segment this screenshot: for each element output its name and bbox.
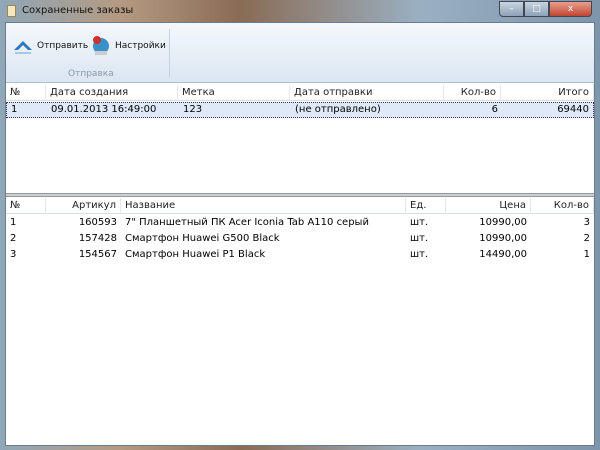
cell-unit: шт. [410,249,429,260]
cell-price: 10990,00 [479,217,527,228]
cell-qty: 1 [583,249,590,260]
send-arrow-icon [14,41,32,54]
window-client: Отправить Настройки Отправка № Дата созд… [5,22,595,446]
close-button[interactable]: x [549,1,592,17]
settings-icon [93,36,109,55]
col-price[interactable]: Цена [446,198,531,214]
cell-number: 1 [10,217,17,228]
items-header: № Артикул Название Ед. Цена Кол-во [6,198,594,214]
ribbon-group-label: Отправка [68,69,114,79]
col-number[interactable]: № [6,198,46,214]
col-sent[interactable]: Дата отправки [290,85,444,101]
cell-qty: 3 [583,217,590,228]
cell-created: 09.01.2013 16:49:00 [51,104,157,115]
app-icon [7,5,16,17]
ribbon-separator [169,29,170,77]
cell-sent: (не отправлено) [295,104,381,115]
cell-qty: 2 [583,233,590,244]
cell-tag: 123 [183,104,203,115]
cell-price: 14490,00 [479,249,527,260]
items-grid: № Артикул Название Ед. Цена Кол-во 1 160… [6,197,594,445]
col-qty[interactable]: Кол-во [531,198,594,214]
orders-grid: № Дата создания Метка Дата отправки Кол-… [6,84,594,193]
col-name[interactable]: Название [121,198,406,214]
cell-name: Смартфон Huawei G500 Black [125,233,280,244]
cell-price: 10990,00 [479,233,527,244]
send-label: Отправить [37,41,89,51]
settings-label: Настройки [115,41,166,51]
col-sku[interactable]: Артикул [46,198,121,214]
send-button[interactable]: Отправить [12,35,88,57]
cell-sku: 160593 [78,217,117,228]
orders-header: № Дата создания Метка Дата отправки Кол-… [6,85,594,101]
cell-sku: 157428 [78,233,117,244]
col-qty[interactable]: Кол-во [444,85,501,101]
col-tag[interactable]: Метка [178,85,290,101]
col-total[interactable]: Итого [501,85,594,101]
table-row[interactable]: 3 154567 Смартфон Huawei P1 Black шт. 14… [6,247,594,263]
col-unit[interactable]: Ед. [406,198,446,214]
cell-unit: шт. [410,233,429,244]
maximize-button[interactable]: □ [524,1,549,17]
cell-name: 7" Планшетный ПК Acer Iconia Tab A110 се… [125,217,369,228]
cell-total: 69440 [557,104,589,115]
col-created[interactable]: Дата создания [46,85,178,101]
ribbon: Отправить Настройки Отправка [6,23,594,83]
col-number[interactable]: № [6,85,46,101]
title-bar: Сохраненные заказы – □ x [0,0,600,22]
cell-sku: 154567 [78,249,117,260]
table-row[interactable]: 2 157428 Смартфон Huawei G500 Black шт. … [6,231,594,247]
cell-unit: шт. [410,217,429,228]
cell-number: 2 [10,233,17,244]
settings-button[interactable]: Настройки [90,35,166,57]
cell-number: 1 [11,104,18,115]
cell-qty: 6 [491,104,498,115]
table-row[interactable]: 1 160593 7" Планшетный ПК Acer Iconia Ta… [6,215,594,231]
cell-name: Смартфон Huawei P1 Black [125,249,266,260]
minimize-button[interactable]: – [499,1,524,17]
window-title: Сохраненные заказы [22,5,134,16]
table-row[interactable]: 1 09.01.2013 16:49:00 123 (не отправлено… [6,102,594,118]
cell-number: 3 [10,249,17,260]
